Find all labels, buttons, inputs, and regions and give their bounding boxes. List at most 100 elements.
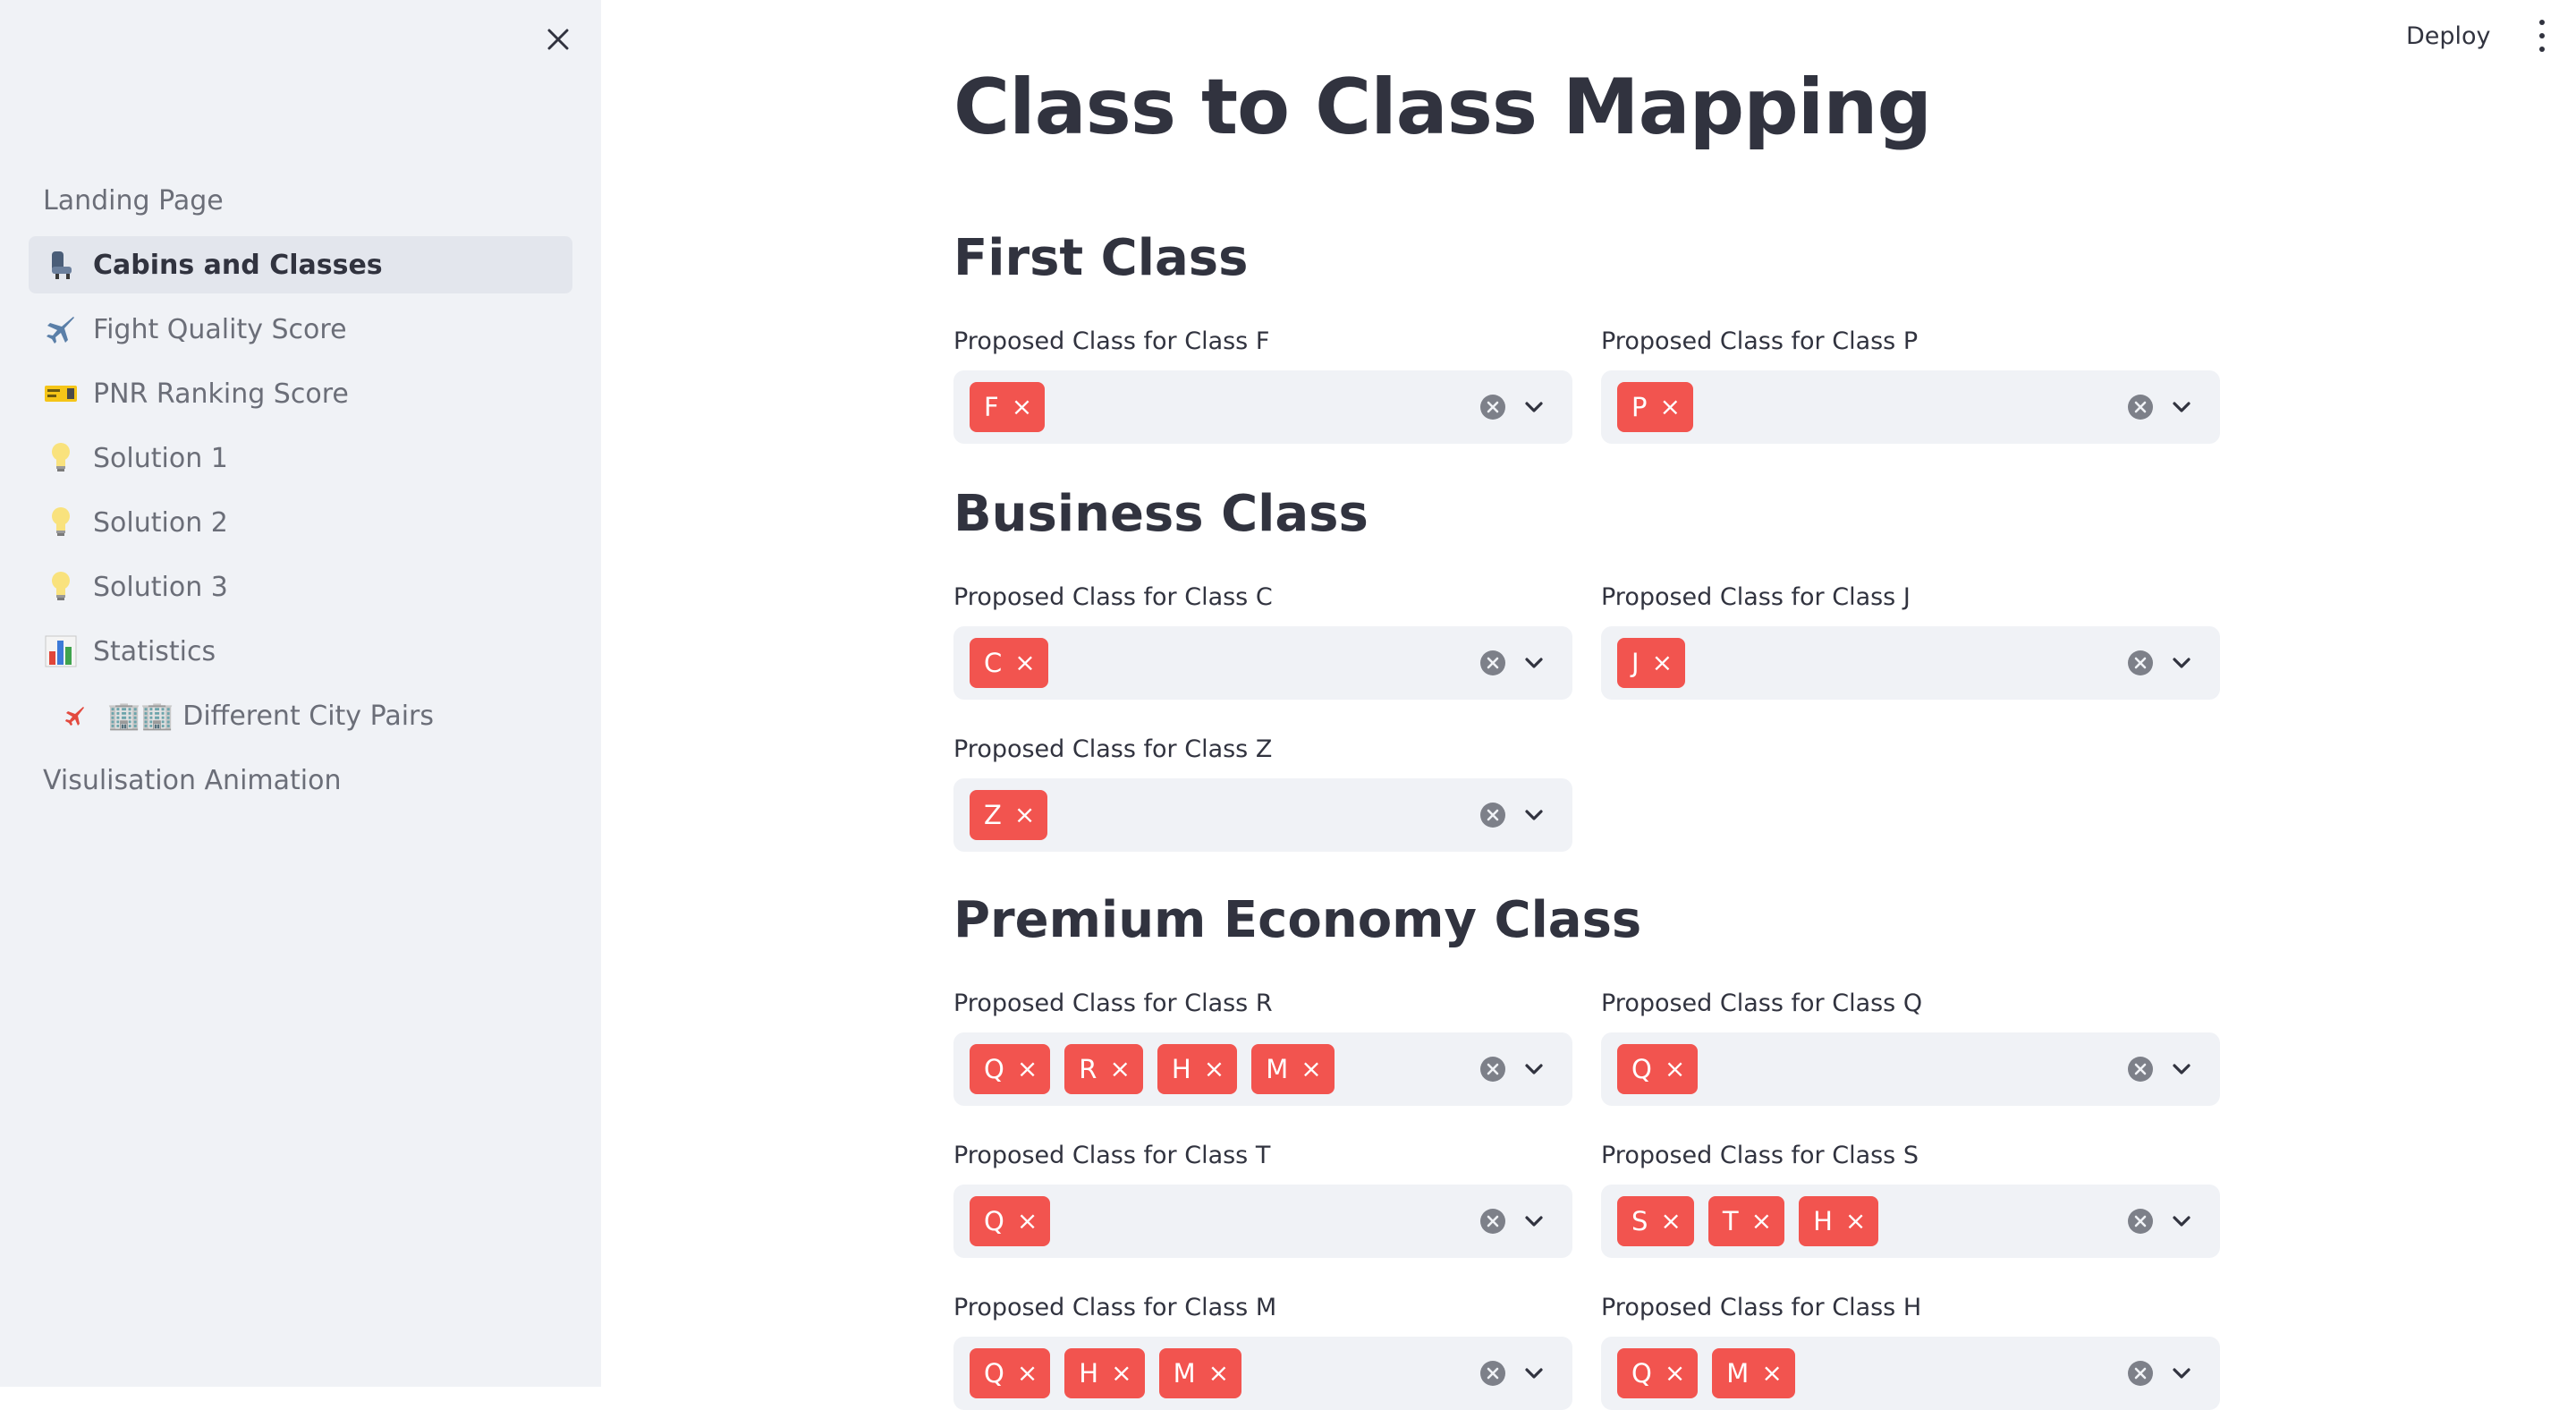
chip-list: Q ×: [1617, 1044, 1712, 1094]
field-label: Proposed Class for Class P: [1601, 327, 1919, 355]
selected-tag: M ×: [1158, 1348, 1242, 1398]
selected-tag: S ×: [1617, 1196, 1694, 1246]
remove-tag-icon[interactable]: ×: [1204, 1057, 1224, 1082]
field-label: Proposed Class for Class M: [953, 1294, 1277, 1321]
chevron-down-icon[interactable]: [1522, 1210, 1546, 1233]
sidebar-item-label: Solution 2: [93, 506, 228, 539]
sidebar-nav: Landing Page Cabins and Classes Fight Qu…: [29, 172, 572, 816]
sidebar-item-solution-3[interactable]: Solution 3: [29, 558, 572, 616]
multiselect-input[interactable]: Q × H × M ×: [953, 1337, 1572, 1410]
selected-tag: C ×: [970, 638, 1048, 688]
kebab-dot: [2539, 20, 2545, 25]
multiselect-input[interactable]: Q ×: [1601, 1032, 2220, 1106]
selected-tag: H ×: [1157, 1044, 1238, 1094]
multiselect-class-r: Proposed Class for Class R Q × R × H × M ×: [953, 988, 1572, 1106]
chevron-down-icon[interactable]: [2170, 1210, 2193, 1233]
selected-tag: Q ×: [1617, 1044, 1699, 1094]
clear-all-icon[interactable]: [1479, 1208, 1506, 1235]
close-sidebar-button[interactable]: [540, 21, 576, 57]
remove-tag-icon[interactable]: ×: [1017, 1361, 1038, 1386]
clear-all-icon[interactable]: [2127, 394, 2154, 420]
chip-list: C ×: [970, 638, 1063, 688]
remove-tag-icon[interactable]: ×: [1208, 1361, 1229, 1386]
remove-tag-icon[interactable]: ×: [1845, 1209, 1866, 1234]
multiselect-input[interactable]: Q × R × H × M ×: [953, 1032, 1572, 1106]
remove-tag-icon[interactable]: ×: [1014, 803, 1035, 828]
tag-label: Q: [984, 1206, 1004, 1236]
sidebar-item-landing-page[interactable]: Landing Page: [29, 172, 572, 229]
remove-tag-icon[interactable]: ×: [1660, 395, 1681, 420]
sidebar-item-visulisation-animation[interactable]: Visulisation Animation: [29, 752, 572, 809]
remove-tag-icon[interactable]: ×: [1665, 1361, 1685, 1386]
multiselect-input[interactable]: Z ×: [953, 778, 1572, 852]
chip-list: S × T × H ×: [1617, 1196, 1893, 1246]
chevron-down-icon[interactable]: [2170, 1362, 2193, 1385]
chip-list: Z ×: [970, 790, 1062, 840]
sidebar-item-solution-2[interactable]: Solution 2: [29, 494, 572, 551]
field-label: Proposed Class for Class T: [953, 1142, 1271, 1169]
chevron-down-icon[interactable]: [2170, 651, 2193, 675]
chevron-down-icon[interactable]: [1522, 803, 1546, 827]
sidebar-item-cabins-and-classes[interactable]: Cabins and Classes: [29, 236, 572, 293]
selected-tag: H ×: [1064, 1348, 1145, 1398]
section-heading-business-class: Business Class: [953, 485, 1368, 543]
remove-tag-icon[interactable]: ×: [1751, 1209, 1772, 1234]
sidebar-item-label: Landing Page: [43, 184, 224, 217]
remove-tag-icon[interactable]: ×: [1301, 1057, 1321, 1082]
remove-tag-icon[interactable]: ×: [1014, 650, 1035, 675]
field-label: Proposed Class for Class Q: [1601, 990, 1923, 1017]
sidebar-item-pnr-ranking-score[interactable]: PNR Ranking Score: [29, 365, 572, 422]
chevron-down-icon[interactable]: [1522, 395, 1546, 419]
sidebar-item-different-city-pairs[interactable]: 🏢🏢 Different City Pairs: [29, 687, 572, 744]
clear-all-icon[interactable]: [2127, 1056, 2154, 1083]
clear-all-icon[interactable]: [1479, 1056, 1506, 1083]
multiselect-input[interactable]: F ×: [953, 370, 1572, 444]
remove-tag-icon[interactable]: ×: [1017, 1209, 1038, 1234]
multiselect-input[interactable]: Q × M ×: [1601, 1337, 2220, 1410]
clear-all-icon[interactable]: [2127, 1360, 2154, 1387]
selected-tag: P ×: [1617, 382, 1693, 432]
tag-label: Q: [984, 1358, 1004, 1389]
sidebar-item-label: Fight Quality Score: [93, 313, 347, 345]
multiselect-input[interactable]: S × T × H ×: [1601, 1185, 2220, 1258]
bar-chart-icon: [43, 633, 79, 669]
multiselect-input[interactable]: P ×: [1601, 370, 2220, 444]
selected-tag: M ×: [1251, 1044, 1335, 1094]
multiselect-input[interactable]: J ×: [1601, 626, 2220, 700]
clear-all-icon[interactable]: [1479, 802, 1506, 828]
chevron-down-icon[interactable]: [2170, 395, 2193, 419]
tag-label: T: [1722, 1206, 1739, 1236]
remove-tag-icon[interactable]: ×: [1017, 1057, 1038, 1082]
field-label: Proposed Class for Class S: [1601, 1142, 1919, 1169]
sidebar-item-fight-quality-score[interactable]: Fight Quality Score: [29, 301, 572, 358]
selected-tag: H ×: [1799, 1196, 1879, 1246]
selected-tag: J ×: [1617, 638, 1686, 688]
clear-all-icon[interactable]: [1479, 650, 1506, 676]
chevron-down-icon[interactable]: [1522, 651, 1546, 675]
remove-tag-icon[interactable]: ×: [1665, 1057, 1685, 1082]
chevron-down-icon[interactable]: [2170, 1058, 2193, 1081]
field-label: Proposed Class for Class H: [1601, 1294, 1922, 1321]
remove-tag-icon[interactable]: ×: [1109, 1057, 1130, 1082]
remove-tag-icon[interactable]: ×: [1012, 395, 1032, 420]
clear-all-icon[interactable]: [1479, 394, 1506, 420]
sidebar-item-solution-1[interactable]: Solution 1: [29, 429, 572, 487]
sidebar-item-statistics[interactable]: Statistics: [29, 623, 572, 680]
clear-all-icon[interactable]: [2127, 650, 2154, 676]
tag-label: H: [1171, 1054, 1191, 1084]
main-menu-button[interactable]: [2533, 20, 2551, 52]
deploy-button[interactable]: Deploy: [2406, 18, 2491, 54]
clear-all-icon[interactable]: [2127, 1208, 2154, 1235]
remove-tag-icon[interactable]: ×: [1111, 1361, 1131, 1386]
multiselect-input[interactable]: Q ×: [953, 1185, 1572, 1258]
chevron-down-icon[interactable]: [1522, 1058, 1546, 1081]
multiselect-input[interactable]: C ×: [953, 626, 1572, 700]
chevron-down-icon[interactable]: [1522, 1362, 1546, 1385]
remove-tag-icon[interactable]: ×: [1761, 1361, 1782, 1386]
remove-tag-icon[interactable]: ×: [1652, 650, 1673, 675]
remove-tag-icon[interactable]: ×: [1660, 1209, 1681, 1234]
clear-all-icon[interactable]: [1479, 1360, 1506, 1387]
chip-list: Q × M ×: [1617, 1348, 1809, 1398]
section-heading-first-class: First Class: [953, 229, 1249, 287]
multiselect-class-f: Proposed Class for Class F F ×: [953, 326, 1572, 444]
